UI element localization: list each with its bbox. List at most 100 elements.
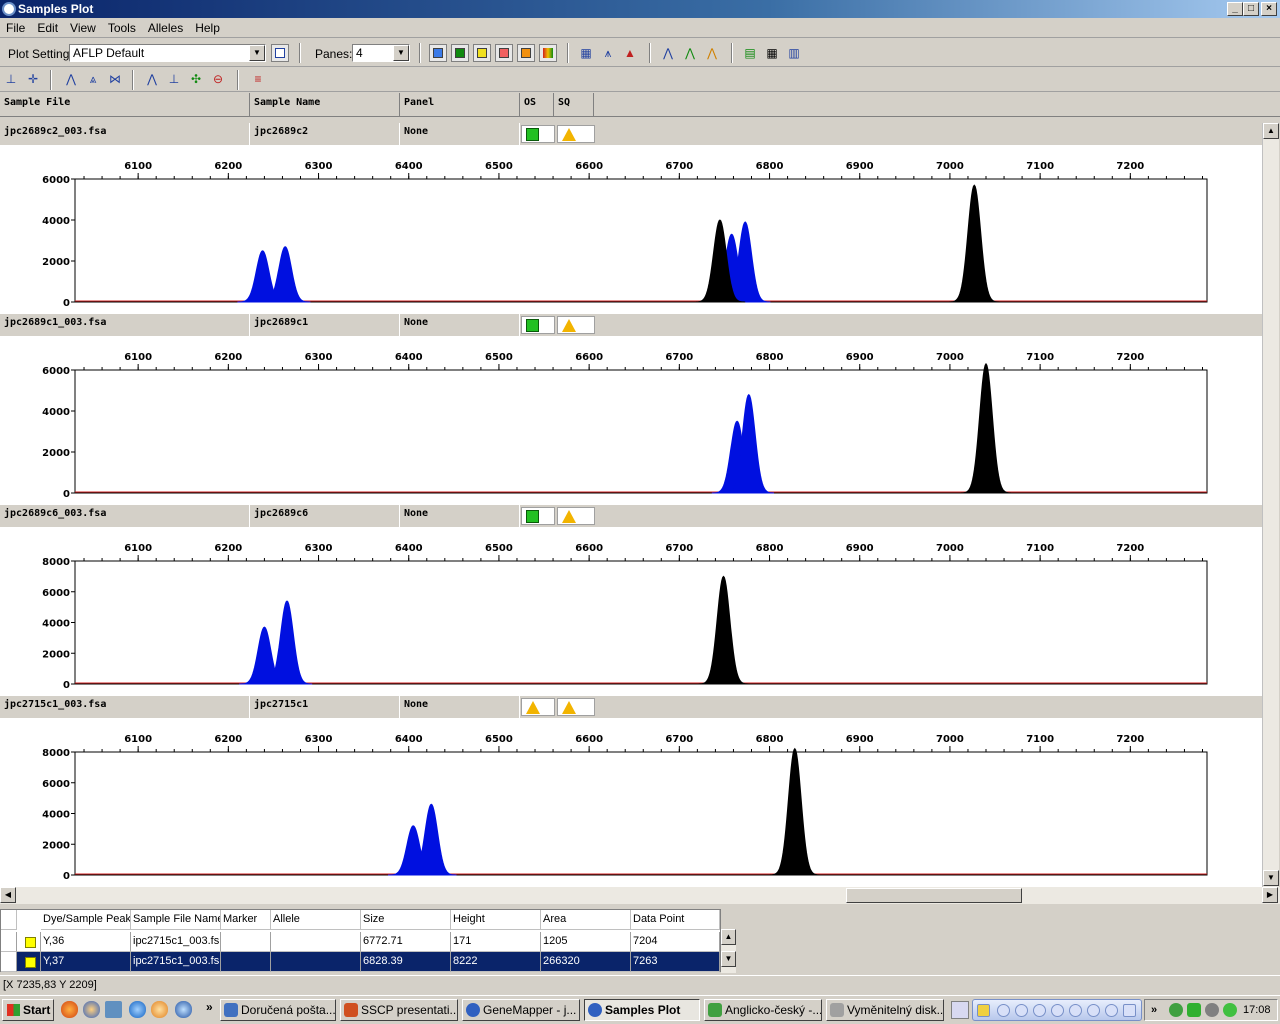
menu-file[interactable]: File [0, 18, 31, 37]
scroll-up-arrow-icon[interactable]: ▲ [1263, 123, 1279, 139]
column-height[interactable]: Height [451, 910, 541, 930]
report-icon[interactable]: ▥ [785, 44, 803, 62]
column-sq[interactable]: SQ [554, 93, 594, 117]
task-dorucena-posta[interactable]: Doručená pošta... [220, 999, 336, 1021]
green-peaks-icon[interactable]: ⋀ [681, 44, 699, 62]
blue-dye-toggle[interactable] [429, 44, 447, 62]
column-sample-file[interactable]: Sample File [0, 93, 250, 117]
scroll-down-arrow-icon[interactable]: ▼ [721, 951, 736, 967]
column-os[interactable]: OS [520, 93, 554, 117]
os-quality-indicator[interactable] [521, 316, 555, 334]
sample-view-icon[interactable]: ⋀ [143, 70, 161, 88]
marker-view-icon[interactable]: ⊥ [165, 70, 183, 88]
tray-expand-chevron-icon[interactable]: » [1151, 1000, 1157, 1020]
red-dye-toggle[interactable] [495, 44, 513, 62]
bin-view-icon[interactable]: ⋈ [106, 70, 124, 88]
firefox-icon[interactable] [61, 1001, 78, 1018]
network-tray-icon[interactable] [1169, 1003, 1183, 1017]
chevron-down-icon[interactable]: ▼ [249, 45, 265, 61]
plot-setting-editor-icon[interactable] [271, 44, 289, 62]
os-quality-indicator[interactable] [521, 125, 555, 143]
full-view-icon[interactable]: ≡ [249, 70, 267, 88]
internet-explorer-icon[interactable] [129, 1001, 146, 1018]
table-row-selected[interactable]: Y,37 ipc2715c1_003.fs 6828.39 8222 26632… [1, 952, 720, 972]
hardware-tray-icon[interactable] [1205, 1003, 1219, 1017]
column-dye-sample-peak[interactable]: Dye/Sample Peak [41, 910, 131, 930]
electropherogram-chart[interactable]: 6100 6200 6300 6400 6500 6600 6700 6800 6900 7000… [0, 718, 1262, 887]
column-area[interactable]: Area [541, 910, 631, 930]
green-dye-toggle[interactable] [451, 44, 469, 62]
media-pause-icon[interactable] [1051, 1004, 1064, 1017]
panes-select[interactable]: 4 ▼ [352, 44, 410, 62]
allele-view-icon[interactable]: ✣ [187, 70, 205, 88]
horizontal-scroll-thumb[interactable] [846, 888, 1022, 903]
scroll-left-arrow-icon[interactable]: ◀ [0, 887, 16, 903]
language-bar-icon[interactable] [951, 1001, 969, 1019]
zoom-peaks-icon[interactable]: ⊥ [2, 70, 20, 88]
close-button[interactable]: × [1261, 2, 1277, 16]
safely-remove-tray-icon[interactable] [1223, 1003, 1237, 1017]
column-allele[interactable]: Allele [271, 910, 361, 930]
menu-tools[interactable]: Tools [102, 18, 142, 37]
electropherogram-chart[interactable]: 6100 6200 6300 6400 6500 6600 6700 6800 6900 7000… [0, 527, 1262, 696]
peak-view-icon[interactable]: ⋀ [62, 70, 80, 88]
horizontal-scrollbar[interactable]: ◀ ▶ [0, 887, 1280, 904]
column-sample-name[interactable]: Sample Name [250, 93, 400, 117]
table-row[interactable]: Y,36 ipc2715c1_003.fs 6772.71 171 1205 7… [1, 932, 720, 952]
scroll-up-arrow-icon[interactable]: ▲ [721, 929, 736, 945]
edit-mode-icon[interactable]: ⊖ [209, 70, 227, 88]
media-next-icon[interactable] [1087, 1004, 1100, 1017]
media-stop-icon[interactable] [1015, 1004, 1028, 1017]
media-play-icon[interactable] [1033, 1004, 1046, 1017]
os-quality-indicator[interactable] [521, 507, 555, 525]
desktop-icon[interactable] [105, 1001, 122, 1018]
os-quality-indicator[interactable] [521, 698, 555, 716]
red-peaks-icon[interactable]: ▲ [621, 44, 639, 62]
menu-edit[interactable]: Edit [31, 18, 64, 37]
quicklaunch-chevron-icon[interactable]: » [206, 1000, 213, 1014]
overlay-peaks-icon[interactable]: ⩚ [599, 44, 617, 62]
sq-quality-indicator[interactable] [557, 316, 595, 334]
clock-app-icon[interactable] [151, 1001, 168, 1018]
antivirus-tray-icon[interactable] [1187, 1003, 1201, 1017]
task-vymenitelny-disk[interactable]: Vyměnitelný disk... [826, 999, 944, 1021]
media-player-icon[interactable] [175, 1001, 192, 1018]
column-marker[interactable]: Marker [221, 910, 271, 930]
media-previous-icon[interactable] [1069, 1004, 1082, 1017]
plot-setting-select[interactable]: AFLP Default ▼ [69, 44, 266, 62]
grid-view-icon[interactable]: ▦ [577, 44, 595, 62]
all-dyes-toggle[interactable] [539, 44, 557, 62]
sizing-table-icon[interactable]: ▦ [763, 44, 781, 62]
table-icon[interactable]: ▤ [741, 44, 759, 62]
task-anglicko-cesky[interactable]: Anglicko-český -... [704, 999, 822, 1021]
media-menu-icon[interactable] [997, 1004, 1010, 1017]
column-sample-file-name[interactable]: Sample File Name [131, 910, 221, 930]
crosshair-icon[interactable]: ✛ [24, 70, 42, 88]
column-size[interactable]: Size [361, 910, 451, 930]
chevron-down-icon[interactable]: ▼ [393, 45, 409, 61]
vertical-scrollbar[interactable]: ▲ ▼ [1262, 123, 1279, 887]
sq-quality-indicator[interactable] [557, 125, 595, 143]
table-scrollbar[interactable]: ▲ ▼ [721, 929, 736, 973]
thunderbird-icon[interactable] [83, 1001, 100, 1018]
menu-alleles[interactable]: Alleles [142, 18, 189, 37]
column-data-point[interactable]: Data Point [631, 910, 720, 930]
menu-help[interactable]: Help [189, 18, 226, 37]
task-genemapper[interactable]: GeneMapper - j... [462, 999, 580, 1021]
scroll-right-arrow-icon[interactable]: ▶ [1262, 887, 1278, 903]
menu-view[interactable]: View [64, 18, 102, 37]
maximize-button[interactable]: □ [1243, 2, 1259, 16]
sq-quality-indicator[interactable] [557, 698, 595, 716]
peak-label-icon[interactable]: ⩓ [84, 70, 102, 88]
all-peaks-icon[interactable]: ⋀ [659, 44, 677, 62]
orange-dye-toggle[interactable] [517, 44, 535, 62]
media-restore-icon[interactable] [1123, 1004, 1136, 1017]
sq-quality-indicator[interactable] [557, 507, 595, 525]
task-sscp-presentation[interactable]: SSCP presentati... [340, 999, 458, 1021]
scroll-down-arrow-icon[interactable]: ▼ [1263, 870, 1279, 886]
column-panel[interactable]: Panel [400, 93, 520, 117]
minimize-button[interactable]: _ [1227, 2, 1243, 16]
media-volume-icon[interactable] [1105, 1004, 1118, 1017]
start-button[interactable]: Start [2, 999, 54, 1021]
orange-peaks-icon[interactable]: ⋀ [703, 44, 721, 62]
